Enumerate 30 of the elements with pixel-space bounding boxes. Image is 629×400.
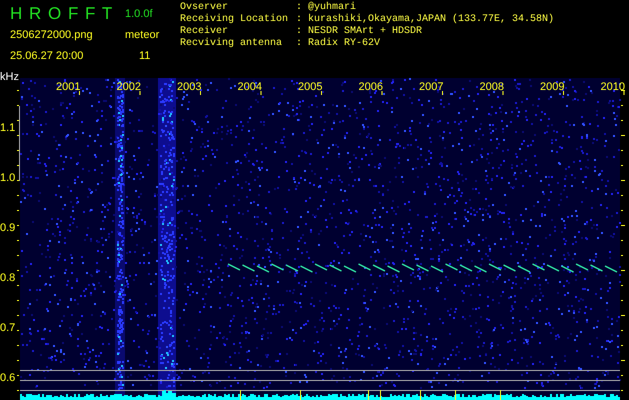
filename-label: 2506272000.png bbox=[10, 29, 94, 41]
count-label: meteor bbox=[125, 29, 160, 41]
app-title: H R O F F T bbox=[10, 4, 114, 24]
version-label: 1.0.0f bbox=[125, 8, 154, 20]
time-label: 2008 bbox=[480, 81, 504, 93]
frequency-label: 1.0 bbox=[0, 172, 16, 184]
unit-label: kHz bbox=[0, 71, 19, 83]
time-label: 2009 bbox=[540, 81, 564, 93]
time-label: 2007 bbox=[419, 81, 444, 93]
info-label: Ovserver bbox=[180, 3, 230, 13]
time-label: 2003 bbox=[177, 81, 202, 93]
frequency-label: 0.9 bbox=[0, 222, 16, 234]
info-value: : kurashiki,Okayama,JAPAN (133.77E, 34.58N) bbox=[296, 15, 554, 25]
frequency-label: 0.6 bbox=[0, 372, 16, 384]
time-label: 2005 bbox=[298, 81, 322, 93]
info-label: Receiver bbox=[180, 27, 230, 37]
datetime-label: 25.06.27 20:00 bbox=[10, 50, 84, 62]
time-label: 2006 bbox=[358, 81, 383, 93]
info-value: : NESDR SMArt + HDSDR bbox=[296, 27, 424, 37]
info-value: : Radix RY-62V bbox=[296, 39, 382, 49]
info-label: Recviving antenna bbox=[180, 39, 284, 49]
frequency-label: 0.7 bbox=[0, 322, 16, 334]
time-label: 2004 bbox=[238, 81, 262, 93]
count-value: 11 bbox=[138, 50, 152, 62]
time-label: 2010 bbox=[600, 81, 625, 93]
frequency-label: 0.8 bbox=[0, 272, 16, 284]
info-label: Receiving Location bbox=[180, 15, 290, 25]
time-label: 2001 bbox=[56, 81, 80, 93]
info-value: : @yuhmari bbox=[296, 3, 358, 13]
frequency-label: 1.1 bbox=[0, 122, 16, 134]
